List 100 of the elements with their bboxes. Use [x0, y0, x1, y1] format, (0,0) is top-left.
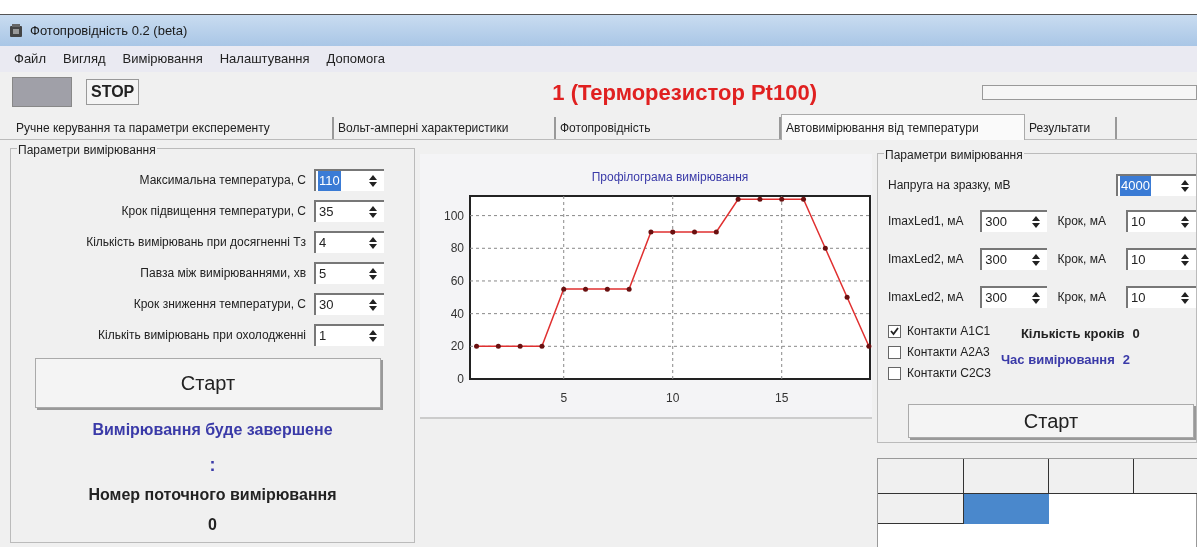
- number-field[interactable]: 300: [980, 210, 1048, 232]
- x-tick-label: 5: [560, 391, 568, 405]
- app-icon: [8, 22, 24, 39]
- data-point: [539, 343, 545, 349]
- number-field[interactable]: 10: [1126, 248, 1196, 270]
- checkbox-label: Контакти A1C1: [907, 323, 991, 340]
- status-indicator: [12, 77, 72, 107]
- y-tick-label: 0: [457, 372, 464, 386]
- up-down-arrows-icon[interactable]: [1180, 179, 1190, 193]
- grid-header-cell: [1134, 459, 1197, 494]
- tab[interactable]: Результати: [1025, 117, 1117, 139]
- data-point: [626, 286, 632, 292]
- field-label: Крок, мА: [1057, 213, 1107, 230]
- menu-item[interactable]: Налаштування: [219, 49, 310, 69]
- up-down-arrows-icon[interactable]: [1031, 291, 1042, 305]
- window-title: Фотопровідність 0.2 (beta): [30, 21, 188, 40]
- time-label: Час вимірювання: [1000, 350, 1115, 369]
- up-down-arrows-icon[interactable]: [368, 174, 378, 188]
- status-text: Вимірювання буде завершене: [92, 420, 333, 440]
- number-field[interactable]: 30: [314, 293, 384, 315]
- data-point: [692, 229, 697, 235]
- data-point: [670, 229, 676, 235]
- steps-label: Кількість кроків: [1020, 325, 1125, 343]
- data-point: [517, 343, 523, 349]
- field-label: Кількіть вимірювань при охолодженні: [98, 327, 306, 344]
- data-point: [648, 229, 654, 235]
- checkbox-label: Контакти A2A3: [907, 344, 990, 361]
- field-label: ImaxLed1, мА: [888, 213, 965, 230]
- up-down-arrows-icon[interactable]: [1180, 253, 1190, 267]
- field-label: Крок підвищення температури, С: [121, 203, 306, 220]
- y-tick-label: 100: [443, 208, 464, 223]
- x-tick-label: 10: [666, 391, 680, 405]
- number-field[interactable]: 5: [314, 262, 384, 284]
- data-point: [495, 343, 501, 349]
- sensor-heading: 1 (Терморезистор Pt100): [552, 78, 817, 107]
- start-button[interactable]: Старт: [35, 358, 381, 408]
- data-point: [757, 196, 763, 202]
- up-down-arrows-icon[interactable]: [1180, 215, 1190, 229]
- number-field[interactable]: 10: [1126, 210, 1196, 232]
- number-field[interactable]: 300: [980, 286, 1048, 308]
- y-tick-label: 60: [450, 273, 464, 288]
- tab[interactable]: Автовимірювання від температури: [781, 114, 1025, 140]
- tab[interactable]: Вольт-амперні характеристики: [334, 117, 556, 139]
- data-point: [735, 196, 741, 202]
- y-tick-label: 80: [450, 241, 464, 256]
- tab[interactable]: Ручне керування та параметри експеременту: [12, 117, 334, 139]
- y-tick-label: 40: [450, 306, 464, 321]
- current-measurement-label: Номер поточного вимірювання: [88, 485, 337, 505]
- field-label: Крок зниження температури, С: [133, 296, 306, 313]
- menu-item[interactable]: Файл: [14, 49, 46, 69]
- field-label: Крок, мА: [1057, 251, 1107, 268]
- number-field[interactable]: 4: [314, 231, 384, 253]
- checkbox[interactable]: [888, 345, 901, 359]
- x-tick-label: 15: [775, 391, 789, 405]
- field-label: Кількість вимірювань при досягненні Тз: [86, 234, 306, 251]
- data-point: [779, 196, 785, 202]
- data-point: [801, 196, 806, 202]
- field-label: Максимальна температура, С: [139, 172, 306, 189]
- steps-value: 0: [1132, 325, 1140, 343]
- selected-cell[interactable]: [964, 494, 1049, 524]
- number-field[interactable]: 300: [980, 248, 1048, 270]
- up-down-arrows-icon[interactable]: [1031, 253, 1042, 267]
- check-icon: [890, 326, 899, 336]
- checkbox[interactable]: [888, 366, 901, 380]
- field-label: ImaxLed2, мА: [888, 251, 965, 268]
- field-label: ImaxLed2, мА: [888, 289, 965, 306]
- up-down-arrows-icon[interactable]: [368, 298, 378, 312]
- up-down-arrows-icon[interactable]: [1031, 215, 1042, 229]
- time-separator: :: [209, 454, 216, 477]
- field-label: Напруга на зразку, мВ: [888, 177, 1011, 194]
- up-down-arrows-icon[interactable]: [368, 329, 378, 343]
- up-down-arrows-icon[interactable]: [368, 267, 378, 281]
- current-measurement-value: 0: [208, 515, 217, 535]
- number-field[interactable]: 1: [314, 324, 384, 346]
- menu-item[interactable]: Вимірювання: [122, 49, 203, 69]
- start-button[interactable]: Старт: [908, 404, 1194, 438]
- menu-item[interactable]: Допомога: [326, 49, 385, 69]
- data-point: [844, 294, 850, 300]
- field-label: Павза між вимірюваннями, хв: [140, 265, 306, 282]
- checkbox[interactable]: [888, 324, 901, 338]
- data-point: [866, 343, 872, 349]
- data-point: [474, 343, 480, 349]
- data-point: [583, 286, 589, 292]
- number-field[interactable]: 10: [1126, 286, 1196, 308]
- data-point: [561, 286, 567, 292]
- number-field[interactable]: 110: [314, 169, 384, 191]
- data-point: [713, 229, 719, 235]
- number-field[interactable]: 35: [314, 200, 384, 222]
- field-label: Крок, мА: [1057, 289, 1107, 306]
- data-point: [822, 245, 828, 251]
- up-down-arrows-icon[interactable]: [1180, 291, 1190, 305]
- number-field[interactable]: 4000: [1116, 174, 1196, 196]
- stop-button[interactable]: STOP: [86, 79, 140, 105]
- checkbox-label: Контакти C2C3: [907, 365, 991, 382]
- menu-item[interactable]: Вигляд: [62, 49, 106, 69]
- up-down-arrows-icon[interactable]: [368, 205, 378, 219]
- y-tick-label: 20: [450, 339, 464, 354]
- chart-title: Профілограма вимірювання: [591, 170, 749, 184]
- up-down-arrows-icon[interactable]: [368, 236, 378, 250]
- data-point: [604, 286, 610, 292]
